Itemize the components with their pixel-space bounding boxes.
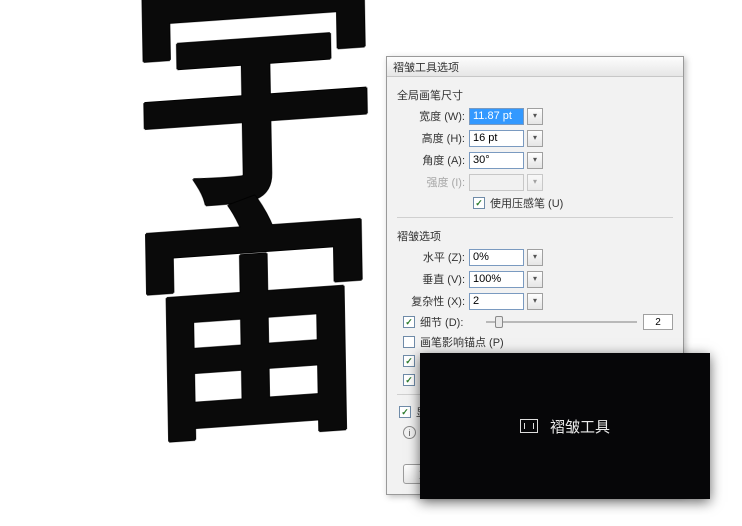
detail-value[interactable]: 2 — [643, 314, 673, 330]
group-brush-title: 全局画笔尺寸 — [397, 87, 673, 103]
vertical-dropdown[interactable]: ▾ — [527, 271, 543, 288]
vertical-label: 垂直 (V): — [397, 271, 469, 287]
complexity-input[interactable]: 2 — [469, 293, 524, 310]
horizontal-input[interactable]: 0% — [469, 249, 524, 266]
complexity-dropdown[interactable]: ▾ — [527, 293, 543, 310]
chevron-down-icon: ▾ — [533, 253, 537, 261]
affect-in-tangent-checkbox[interactable] — [403, 355, 415, 367]
width-label: 宽度 (W): — [397, 108, 469, 124]
row-height: 高度 (H): 16 pt ▾ — [397, 129, 673, 147]
intensity-dropdown: ▾ — [527, 174, 543, 191]
angle-input[interactable]: 30° — [469, 152, 524, 169]
intensity-input — [469, 174, 524, 191]
affect-anchor-label: 画笔影响锚点 (P) — [420, 334, 504, 350]
angle-label: 角度 (A): — [397, 152, 469, 168]
row-affect-anchor: 画笔影响锚点 (P) — [403, 334, 673, 350]
use-pressure-checkbox[interactable] — [473, 197, 485, 209]
row-intensity: 强度 (I): ▾ — [397, 173, 673, 191]
dialog-title: 褶皱工具选项 — [393, 59, 677, 75]
intensity-label: 强度 (I): — [397, 174, 469, 190]
row-vertical: 垂直 (V): 100% ▾ — [397, 270, 673, 288]
row-angle: 角度 (A): 30° ▾ — [397, 151, 673, 169]
row-complexity: 复杂性 (X): 2 ▾ — [397, 292, 673, 310]
dialog-titlebar[interactable]: 褶皱工具选项 — [387, 57, 683, 77]
chevron-down-icon: ▾ — [533, 134, 537, 142]
info-icon: i — [403, 426, 416, 439]
tool-tooltip-overlay: 褶皱工具 — [420, 353, 710, 499]
chevron-down-icon: ▾ — [533, 297, 537, 305]
horizontal-dropdown[interactable]: ▾ — [527, 249, 543, 266]
detail-slider[interactable] — [486, 321, 637, 323]
tooltip-label: 褶皱工具 — [550, 416, 610, 437]
calligraphy-art: 宇 宙 — [140, 0, 370, 526]
width-dropdown[interactable]: ▾ — [527, 108, 543, 125]
detail-slider-thumb[interactable] — [495, 316, 503, 328]
row-width: 宽度 (W): 11.87 pt ▾ — [397, 107, 673, 125]
affect-out-tangent-checkbox[interactable] — [403, 374, 415, 386]
affect-anchor-checkbox[interactable] — [403, 336, 415, 348]
chevron-down-icon: ▾ — [533, 156, 537, 164]
chevron-down-icon: ▾ — [533, 275, 537, 283]
calligraphy-char-1: 宇 — [128, 0, 381, 211]
width-input[interactable]: 11.87 pt — [469, 108, 524, 125]
row-horizontal: 水平 (Z): 0% ▾ — [397, 248, 673, 266]
group-wrinkle-title: 褶皱选项 — [397, 228, 673, 244]
height-input[interactable]: 16 pt — [469, 130, 524, 147]
vertical-input[interactable]: 100% — [469, 271, 524, 288]
horizontal-label: 水平 (Z): — [397, 249, 469, 265]
show-brush-checkbox[interactable] — [399, 406, 411, 418]
use-pressure-label: 使用压感笔 (U) — [490, 195, 563, 211]
row-use-pressure: 使用压感笔 (U) — [473, 195, 673, 211]
chevron-down-icon: ▾ — [533, 112, 537, 120]
wrinkle-tool-icon — [520, 419, 538, 433]
group-global-brush: 全局画笔尺寸 宽度 (W): 11.87 pt ▾ 高度 (H): 16 pt … — [397, 87, 673, 211]
detail-checkbox[interactable] — [403, 316, 415, 328]
height-label: 高度 (H): — [397, 130, 469, 146]
height-dropdown[interactable]: ▾ — [527, 130, 543, 147]
chevron-down-icon: ▾ — [533, 178, 537, 186]
complexity-label: 复杂性 (X): — [397, 293, 469, 309]
calligraphy-char-2: 宙 — [128, 214, 381, 444]
row-detail: 细节 (D): 2 — [403, 314, 673, 330]
detail-label: 细节 (D): — [420, 314, 476, 330]
angle-dropdown[interactable]: ▾ — [527, 152, 543, 169]
